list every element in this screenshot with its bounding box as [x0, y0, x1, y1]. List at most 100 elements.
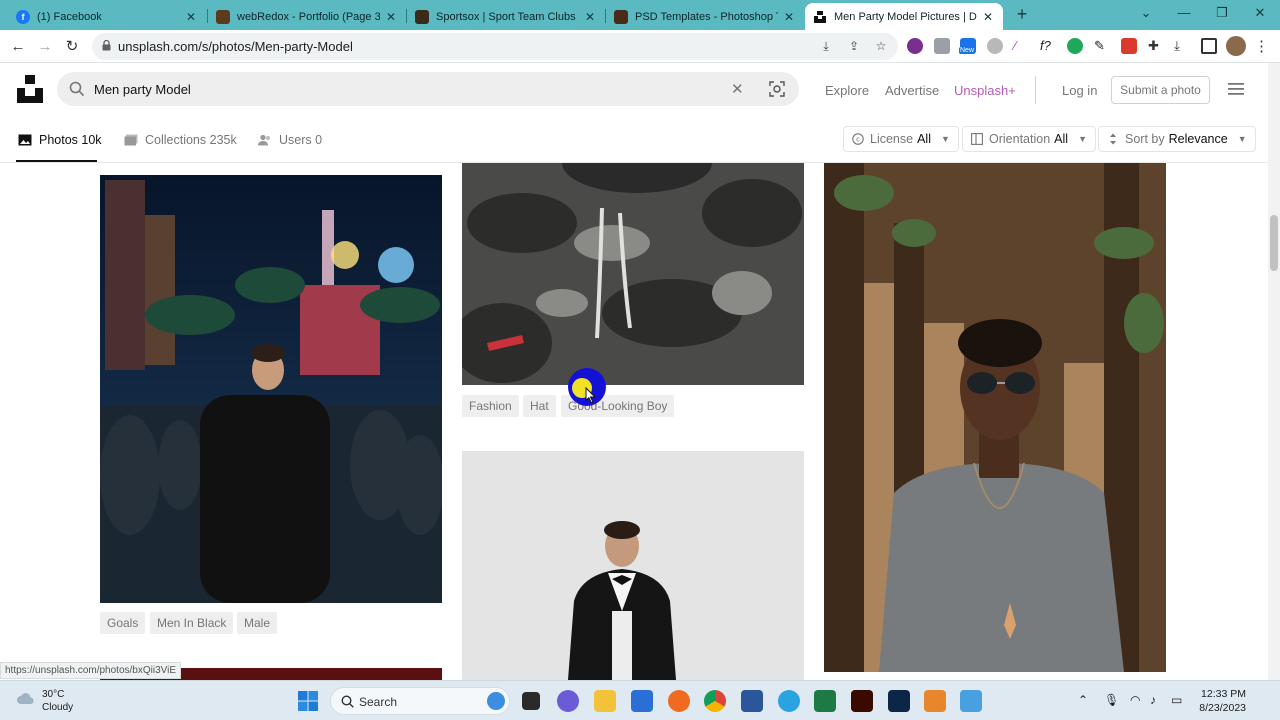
submit-photo-button[interactable]: Submit a photo	[1111, 76, 1210, 104]
photo-night-city-party[interactable]	[100, 175, 442, 603]
close-tab-icon[interactable]: ✕	[981, 10, 995, 24]
search-input[interactable]	[94, 78, 714, 100]
active-tab-underline	[16, 160, 97, 162]
login-link[interactable]: Log in	[1062, 83, 1097, 98]
photo-man-in-tuxedo[interactable]	[462, 451, 804, 680]
profile-avatar[interactable]	[1226, 36, 1246, 56]
wifi-icon[interactable]: ◠	[1130, 693, 1140, 707]
downloads-icon[interactable]: ⤓	[1174, 38, 1190, 54]
clock-date: 8/23/2023	[1199, 702, 1246, 714]
share-icon[interactable]: ⇪	[846, 39, 862, 55]
sublime-text-icon[interactable]	[924, 690, 946, 712]
reload-icon[interactable]: ↻	[62, 37, 82, 57]
puzzle-extensions-icon[interactable]: ✚	[1148, 38, 1164, 54]
page-scrollbar[interactable]	[1268, 63, 1280, 680]
sort-icon	[1110, 133, 1116, 145]
illustrator-icon[interactable]	[851, 690, 873, 712]
eyedropper-icon[interactable]: ✎	[1094, 38, 1110, 54]
scrollbar-thumb[interactable]	[1270, 215, 1278, 271]
edge-icon[interactable]	[778, 690, 800, 712]
tab-photos[interactable]: Photos 10k	[18, 131, 102, 149]
file-explorer-icon[interactable]	[594, 690, 616, 712]
volume-icon[interactable]: ♪	[1150, 693, 1156, 707]
tag-men-in-black[interactable]: Men In Black	[150, 612, 234, 634]
notepad-icon[interactable]	[960, 690, 982, 712]
svg-text:c: c	[856, 137, 860, 144]
close-window-icon[interactable]: ✕	[1250, 5, 1270, 21]
hamburger-menu-icon[interactable]	[1228, 83, 1244, 95]
battery-icon[interactable]: ▭	[1171, 693, 1182, 707]
orientation-filter-dropdown[interactable]: Orientation All ▼	[962, 126, 1096, 152]
excel-icon[interactable]	[814, 690, 836, 712]
browser-tab-webredox[interactable]: webRedox - Portfolio (Page 3) | T ✕	[208, 3, 406, 30]
nav-explore-link[interactable]: Explore	[825, 83, 869, 98]
back-arrow-icon[interactable]: ←	[8, 37, 28, 57]
chevron-down-icon: ▼	[1237, 134, 1247, 144]
task-view-icon[interactable]	[522, 692, 540, 710]
sort-value: Relevance	[1168, 132, 1228, 146]
microphone-icon[interactable]: 🎙︎	[1104, 693, 1119, 707]
maximize-icon[interactable]: ❐	[1212, 5, 1232, 21]
tag-goals[interactable]: Goals	[100, 612, 146, 634]
users-icon	[258, 134, 270, 146]
sportsox-icon	[415, 9, 429, 24]
license-filter-dropdown[interactable]: c License All ▼	[843, 126, 959, 152]
chrome-icon[interactable]	[704, 690, 726, 712]
system-clock[interactable]: 12:33 PM 8/23/2023	[1198, 687, 1246, 715]
tag-fashion[interactable]: Fashion	[462, 395, 519, 417]
install-app-icon[interactable]: ⤓	[818, 39, 834, 55]
windows-start-icon[interactable]	[297, 690, 319, 712]
pen-extension-icon[interactable]: ∕	[1014, 38, 1030, 54]
red-extension-icon[interactable]	[1121, 38, 1137, 54]
clock-time: 12:33 PM	[1201, 688, 1246, 700]
nav-unsplash-plus-link[interactable]: Unsplash+	[954, 83, 1016, 98]
unsplash-logo-icon[interactable]	[17, 75, 43, 103]
microsoft-store-icon[interactable]	[631, 690, 653, 712]
tab-search-chevron-icon[interactable]: ⌄	[1136, 5, 1156, 21]
tab-label: Collections 235k	[145, 133, 237, 147]
tag-hat[interactable]: Hat	[523, 395, 556, 417]
browser-tab-sportsox[interactable]: Sportsox | Sport Team Clubs PSD ✕	[407, 3, 605, 30]
tag-male[interactable]: Male	[237, 612, 278, 634]
sort-by-dropdown[interactable]: Sort by Relevance ▼	[1098, 126, 1256, 152]
search-icon[interactable]	[69, 81, 85, 97]
photoshop-icon[interactable]	[888, 690, 910, 712]
bookmark-star-icon[interactable]: ☆	[873, 39, 889, 55]
camera-extension-icon[interactable]	[934, 38, 950, 54]
close-tab-icon[interactable]: ✕	[384, 10, 398, 24]
photo-camo-hoodie[interactable]	[462, 163, 804, 385]
word-icon[interactable]	[741, 690, 763, 712]
close-tab-icon[interactable]: ✕	[184, 10, 198, 24]
function-extension-icon[interactable]: f?	[1040, 38, 1056, 54]
tab-title: PSD Templates - Photoshop Temp	[635, 10, 778, 23]
new-tab-icon[interactable]: +	[1013, 5, 1031, 23]
browser-tab-facebook[interactable]: f (1) Facebook ✕	[8, 3, 206, 30]
minimize-icon[interactable]: —	[1174, 5, 1194, 20]
photo-man-with-sunglasses[interactable]	[824, 163, 1166, 672]
browser-tab-unsplash[interactable]: Men Party Model Pictures | Down ✕	[805, 3, 1003, 30]
teams-chat-icon[interactable]	[557, 690, 579, 712]
taskbar-search[interactable]: Search	[330, 687, 510, 715]
new-extension-icon[interactable]: New	[959, 38, 976, 54]
extension-color-icon[interactable]	[907, 38, 923, 54]
tray-chevron-up-icon[interactable]: ⌃	[1078, 693, 1088, 707]
close-tab-icon[interactable]: ✕	[782, 10, 796, 24]
nav-advertise-link[interactable]: Advertise	[885, 83, 939, 98]
orientation-value: All	[1054, 132, 1069, 146]
forward-arrow-icon[interactable]: →	[35, 37, 55, 57]
tab-collections[interactable]: Collections 235k	[124, 131, 237, 149]
clear-search-icon[interactable]: ✕	[731, 80, 744, 98]
grammarly-icon[interactable]	[1067, 38, 1083, 54]
close-tab-icon[interactable]: ✕	[583, 10, 597, 24]
gear-extension-icon[interactable]	[987, 38, 1003, 54]
orientation-label: Orientation	[989, 132, 1051, 146]
firefox-icon[interactable]	[668, 690, 690, 712]
browser-tab-psd-templates[interactable]: PSD Templates - Photoshop Temp ✕	[606, 3, 804, 30]
tab-users[interactable]: Users 0	[258, 131, 322, 149]
address-bar[interactable]: unsplash.com/s/photos/Men-party-Model ⤓ …	[92, 33, 898, 60]
tab-title: (1) Facebook	[37, 10, 102, 23]
visual-search-icon[interactable]	[769, 81, 785, 97]
browser-menu-icon[interactable]: ⋮	[1254, 37, 1269, 55]
tab-label: Photos 10k	[39, 133, 102, 147]
sidebar-toggle-icon[interactable]	[1201, 38, 1217, 54]
